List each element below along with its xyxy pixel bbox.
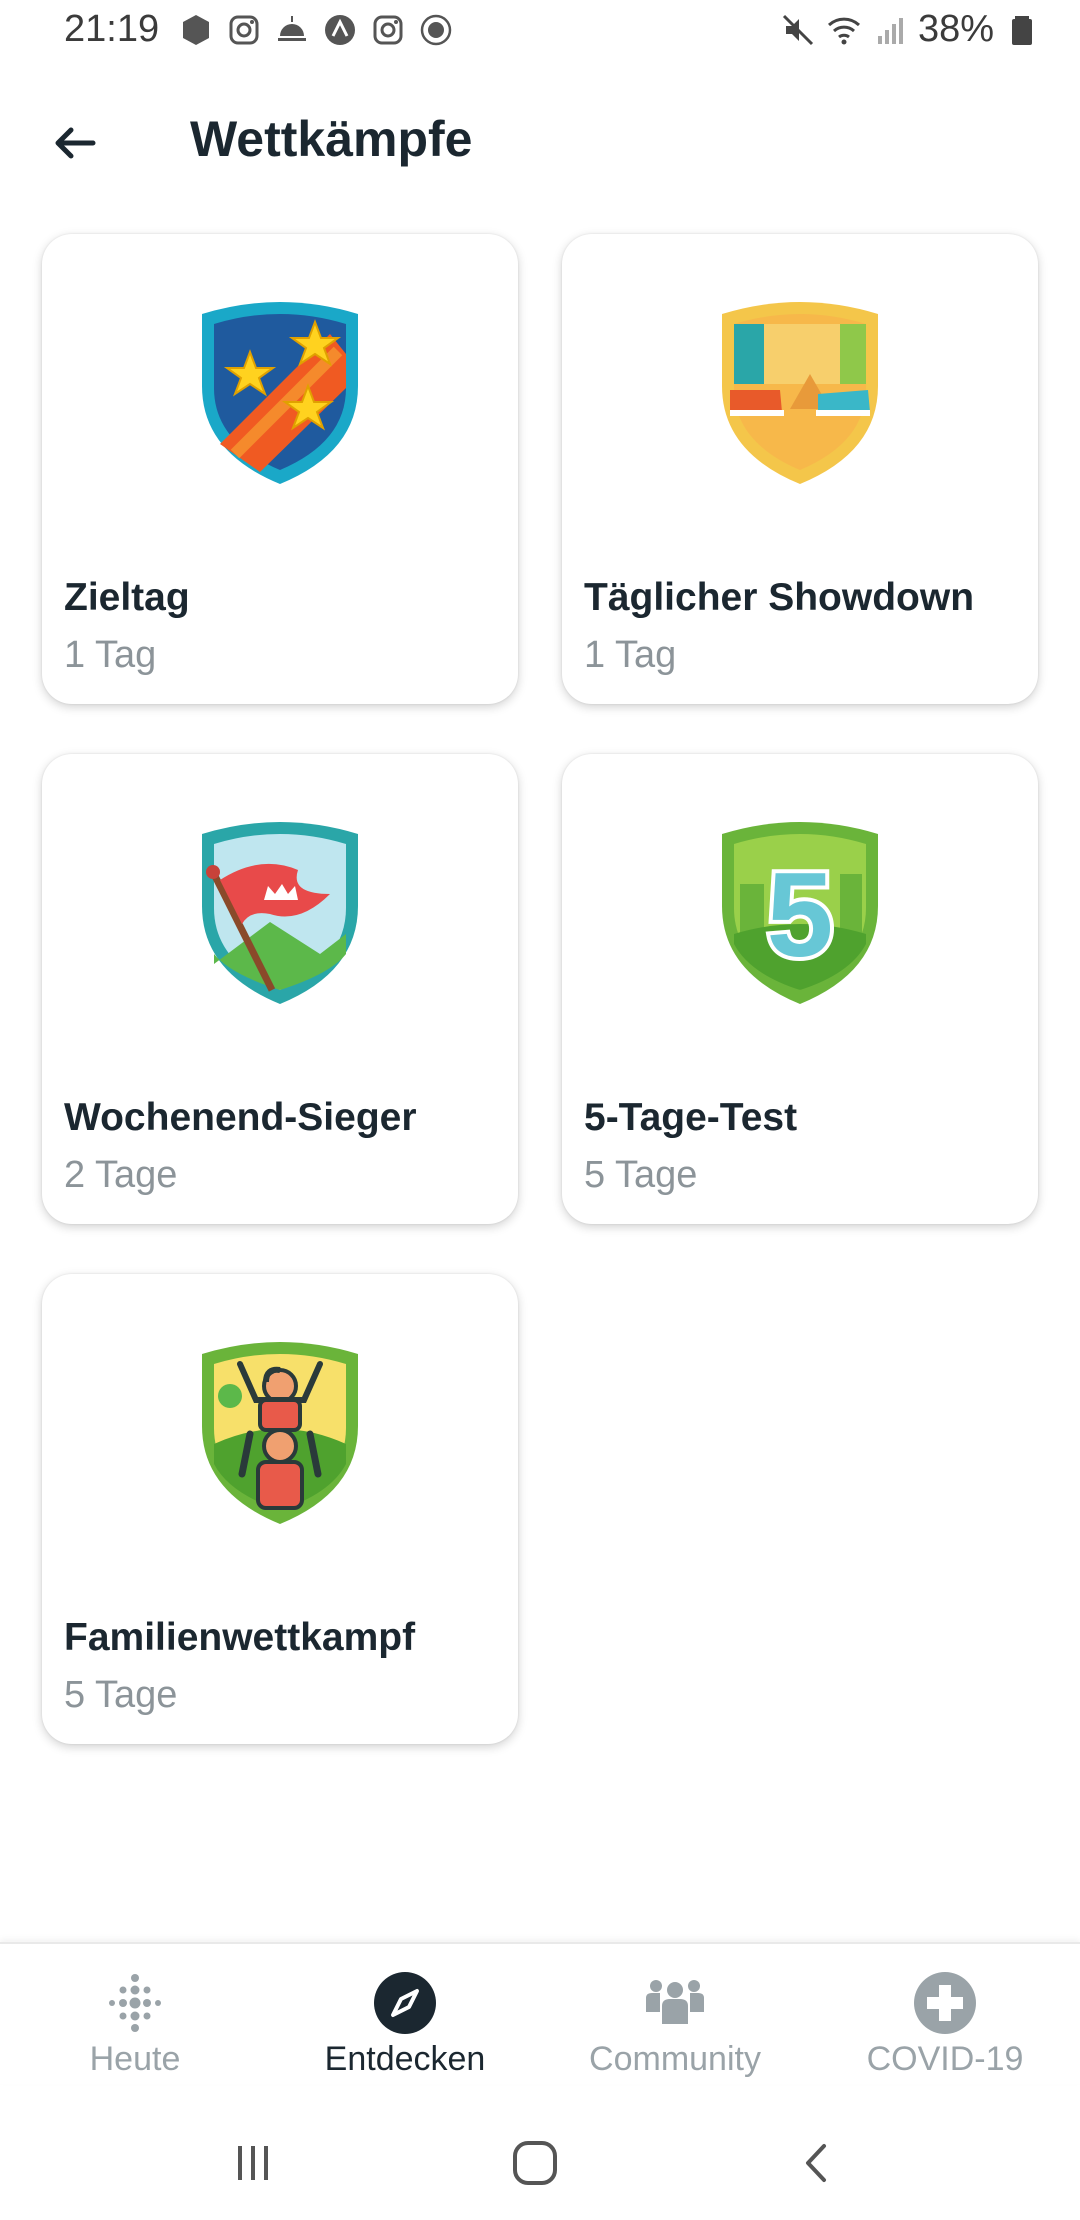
system-back-button[interactable] (782, 2128, 852, 2198)
signal-icon (877, 17, 903, 44)
challenge-card-wochenend-sieger[interactable]: Wochenend-Sieger 2 Tage (42, 754, 518, 1224)
instagram-icon (373, 15, 403, 45)
page-title: Wettkämpfe (190, 111, 473, 167)
challenge-card-5-tage-test[interactable]: 5 5-Tage-Test 5 Tage (562, 754, 1038, 1224)
weather-icon (278, 16, 306, 41)
bottom-navigation: Heute Entdecken Community COVID-19 (0, 1942, 1080, 2084)
challenge-title: Wochenend-Sieger (64, 1096, 417, 1139)
compass-icon (374, 1972, 436, 2034)
challenge-title: 5-Tage-Test (584, 1096, 798, 1139)
nav-label: Entdecken (324, 2040, 486, 2078)
nav-label: Heute (89, 2040, 181, 2078)
flag-badge-icon (202, 822, 358, 1004)
arrow-left-icon (55, 127, 96, 159)
challenge-duration: 5 Tage (64, 1674, 178, 1716)
challenge-duration: 1 Tag (584, 634, 677, 676)
five-badge-icon: 5 (722, 822, 878, 1004)
plus-cross-icon (914, 1972, 976, 2034)
fitbit-dots-icon (109, 1974, 161, 2032)
wifi-icon (827, 17, 860, 44)
nav-item-heute[interactable]: Heute (0, 1968, 270, 2078)
svg-text:5: 5 (767, 848, 834, 982)
hexagon-icon (183, 15, 209, 45)
nav-item-entdecken[interactable]: Entdecken (270, 1968, 540, 2078)
people-icon (646, 1980, 704, 2024)
recent-apps-icon (238, 2146, 268, 2180)
status-bar: 21:19 38% (0, 0, 1080, 64)
battery-icon (1012, 15, 1032, 45)
challenge-title: Täglicher Showdown (584, 576, 975, 619)
sneakers-badge-icon (722, 302, 878, 484)
challenge-card-zieltag[interactable]: Zieltag 1 Tag (42, 234, 518, 704)
status-time: 21:19 (64, 8, 160, 50)
status-notification-icons (178, 12, 454, 48)
nav-item-covid-19[interactable]: COVID-19 (810, 1968, 1080, 2078)
home-button[interactable] (500, 2128, 570, 2198)
strava-icon (325, 15, 355, 45)
status-system-icons: 38% (780, 8, 1040, 51)
nav-item-community[interactable]: Community (540, 1968, 810, 2078)
battery-percentage: 38% (917, 8, 994, 50)
mute-icon (782, 14, 813, 45)
challenge-card-familienwettkampf[interactable]: Familienwettkampf 5 Tage (42, 1274, 518, 1744)
bvb-icon (420, 14, 452, 46)
nav-label: COVID-19 (866, 2040, 1024, 2078)
home-icon (513, 2141, 557, 2185)
system-navigation-bar (0, 2090, 1080, 2220)
app-header: Wettkämpfe (0, 90, 1080, 190)
challenge-duration: 2 Tage (64, 1154, 178, 1196)
challenge-card-taeglicher-showdown[interactable]: Täglicher Showdown 1 Tag (562, 234, 1038, 704)
challenge-title: Zieltag (64, 576, 190, 619)
chevron-left-icon (806, 2144, 826, 2182)
recent-apps-button[interactable] (218, 2128, 288, 2198)
family-badge-icon (202, 1342, 358, 1524)
nav-label: Community (589, 2040, 761, 2078)
challenge-duration: 1 Tag (64, 634, 157, 676)
stars-badge-icon (202, 302, 358, 484)
back-button[interactable] (40, 108, 110, 178)
challenge-title: Familienwettkampf (64, 1616, 416, 1659)
challenge-duration: 5 Tage (584, 1154, 698, 1196)
instagram-icon (229, 15, 259, 45)
